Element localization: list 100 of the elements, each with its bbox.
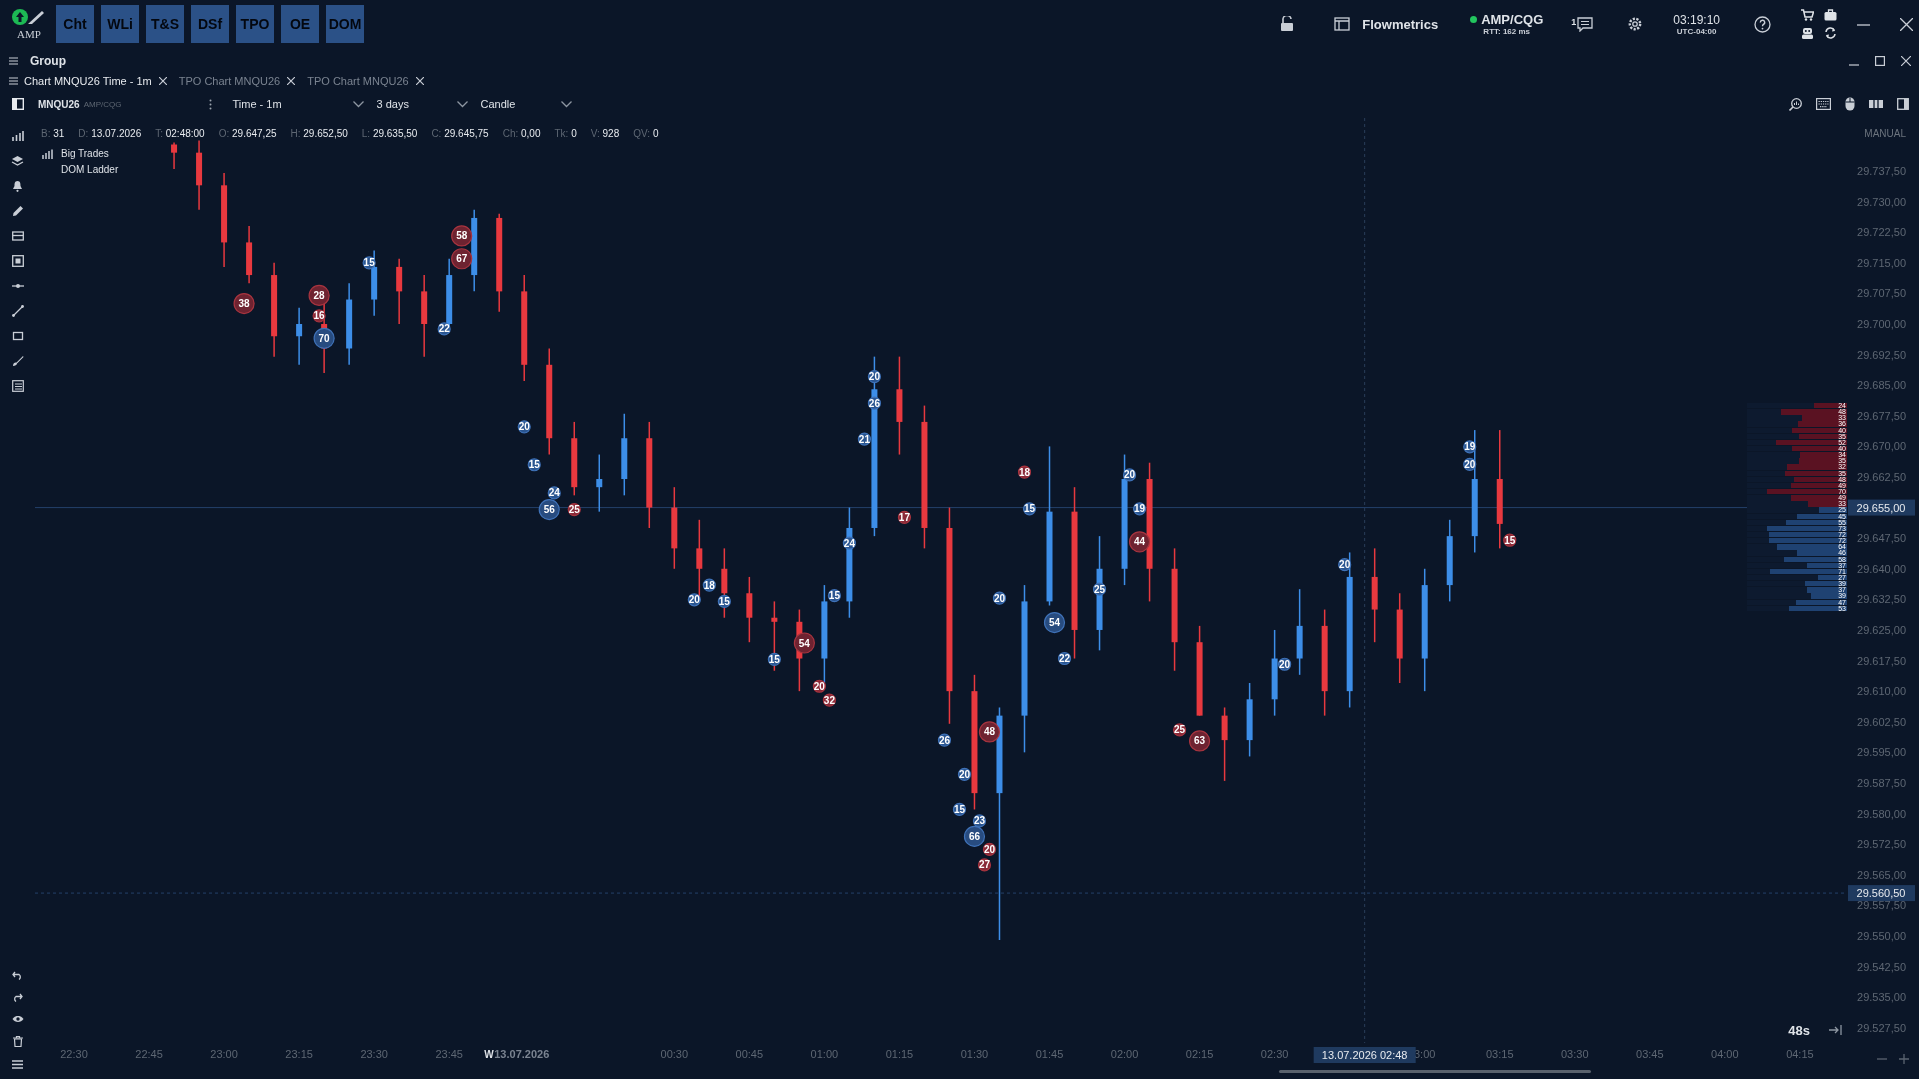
- dropdown[interactable]: Time - 1m: [232, 98, 365, 110]
- trash-icon[interactable]: [12, 1036, 23, 1047]
- close-icon[interactable]: [1900, 17, 1913, 31]
- trade-size-label: 27: [978, 859, 991, 871]
- help-icon[interactable]: [1754, 15, 1771, 33]
- candle: [246, 225, 253, 284]
- price-axis-label: 29.595,00: [1857, 746, 1906, 759]
- robot-icon[interactable]: [1801, 27, 1814, 39]
- lock-icon[interactable]: [1280, 16, 1295, 32]
- mouse-icon[interactable]: [1845, 97, 1855, 111]
- sidebar-toggle-icon[interactable]: [1897, 98, 1909, 110]
- rectangle-icon[interactable]: [11, 330, 24, 342]
- price-axis-label: 29.527,50: [1857, 1021, 1906, 1034]
- more-icon[interactable]: [209, 98, 213, 110]
- price-axis-label: 29.677,50: [1857, 409, 1906, 422]
- box-icon[interactable]: [11, 230, 24, 242]
- ref-line-label: 29.560,50: [1856, 887, 1906, 900]
- bar-info-field: D: 13.07.2026: [78, 128, 142, 139]
- close-icon[interactable]: [1901, 56, 1911, 66]
- menu-icon[interactable]: [12, 1060, 23, 1069]
- price-axis-label: 29.737,50: [1857, 165, 1906, 178]
- time-axis-label: 01:15: [885, 1048, 914, 1060]
- candle: [296, 306, 303, 366]
- trade-size-label: 21: [858, 433, 870, 445]
- bar-info-field: H: 29.652,50: [290, 128, 348, 139]
- crosshair-time-marker: 13.07.2026 02:48: [1313, 1047, 1416, 1063]
- chart-bars-icon[interactable]: [11, 130, 24, 142]
- trade-size-label: 24: [843, 537, 855, 549]
- bar-info-field: B: 31: [41, 128, 65, 139]
- trade-size-label: 15: [768, 653, 780, 665]
- scale-mode-label[interactable]: MANUAL: [1864, 128, 1906, 139]
- trade-size-label: 67: [456, 253, 468, 265]
- panel-toggle-icon[interactable]: [12, 98, 24, 110]
- layers-icon[interactable]: [11, 155, 24, 167]
- redo-icon[interactable]: [12, 993, 23, 1002]
- brush-icon[interactable]: [11, 355, 24, 367]
- price-axis-label: 29.662,50: [1857, 471, 1906, 483]
- price-axis-label: 29.587,50: [1857, 776, 1906, 789]
- trade-size-label: 23: [973, 815, 986, 827]
- indicator-label[interactable]: DOM Ladder: [61, 164, 119, 175]
- keyboard-icon[interactable]: [1816, 98, 1831, 110]
- zoom-in-icon[interactable]: [1898, 1053, 1910, 1065]
- magnifier-chart-icon[interactable]: [1789, 97, 1802, 111]
- trade-size-label: 25: [1093, 583, 1106, 595]
- clock-timezone: UTC-04:00: [1676, 26, 1717, 36]
- module-button[interactable]: T&S: [146, 5, 184, 43]
- price-axis-label: 29.617,50: [1857, 654, 1906, 667]
- dropdown[interactable]: Candle: [480, 98, 573, 110]
- chart-tab[interactable]: TPO Chart MNQU26: [307, 75, 409, 87]
- price-axis-label: 29.707,50: [1857, 287, 1906, 300]
- undo-icon[interactable]: [12, 971, 23, 980]
- bar-info-field: Tk: 0: [554, 128, 577, 139]
- module-button[interactable]: TPO: [236, 5, 274, 43]
- briefcase-icon[interactable]: [1824, 9, 1837, 21]
- time-axis-label: 23:30: [360, 1048, 388, 1060]
- layout-icon[interactable]: [1869, 99, 1883, 109]
- scroll-to-end-icon[interactable]: [1828, 1024, 1842, 1036]
- chart-tab[interactable]: TPO Chart MNQU26: [178, 75, 281, 87]
- chart-tab[interactable]: Chart MNQU26 Time - 1m: [24, 75, 152, 87]
- bar-info-field: V: 928: [590, 128, 620, 139]
- module-button[interactable]: DOM: [326, 5, 364, 43]
- candle: [196, 139, 203, 211]
- time-axis-label: 22:30: [60, 1048, 88, 1060]
- module-button[interactable]: Cht: [56, 5, 94, 43]
- trade-size-label: 15: [828, 590, 840, 602]
- bell-icon[interactable]: [12, 180, 23, 192]
- window-icon[interactable]: [1334, 17, 1351, 31]
- price-axis-label: 29.632,50: [1857, 593, 1906, 606]
- refresh-icon[interactable]: [1824, 27, 1837, 39]
- trend-line-icon[interactable]: [11, 305, 24, 317]
- list-icon[interactable]: [11, 380, 24, 392]
- dropdown[interactable]: 3 days: [376, 98, 469, 110]
- time-axis-label: 01:30: [960, 1048, 989, 1060]
- settings-icon[interactable]: [1627, 16, 1644, 32]
- symbol-name[interactable]: MNQU26: [38, 98, 80, 110]
- close-icon[interactable]: [415, 77, 424, 85]
- time-axis-label: 03:45: [1636, 1048, 1664, 1060]
- maximize-icon[interactable]: [1875, 56, 1885, 66]
- indicator-label[interactable]: Big Trades: [61, 148, 109, 159]
- chevron-down-icon: [561, 100, 573, 108]
- frame-icon[interactable]: [11, 255, 24, 267]
- module-button[interactable]: DSf: [191, 5, 229, 43]
- candle: [396, 258, 403, 325]
- eye-icon[interactable]: [11, 1015, 24, 1023]
- module-button[interactable]: WLi: [101, 5, 139, 43]
- close-icon[interactable]: [158, 77, 167, 85]
- pencil-icon[interactable]: [11, 205, 24, 217]
- price-marker: 29.560,50: [1848, 885, 1915, 902]
- close-icon[interactable]: [287, 77, 296, 85]
- trade-size-label: 48: [983, 726, 996, 738]
- trade-size-label: 26: [868, 397, 880, 409]
- workspace-name[interactable]: Flowmetrics: [1362, 16, 1439, 32]
- price-axis-label: 29.647,50: [1857, 532, 1906, 545]
- chat-icon[interactable]: [1577, 16, 1594, 32]
- cart-icon[interactable]: [1801, 9, 1814, 21]
- trade-size-label: 54: [1048, 617, 1061, 629]
- module-button[interactable]: OE: [281, 5, 319, 43]
- scrollbar-thumb[interactable]: [1279, 1070, 1591, 1073]
- time-axis-label: 01:45: [1035, 1048, 1064, 1060]
- trade-size-label: 38: [238, 298, 250, 310]
